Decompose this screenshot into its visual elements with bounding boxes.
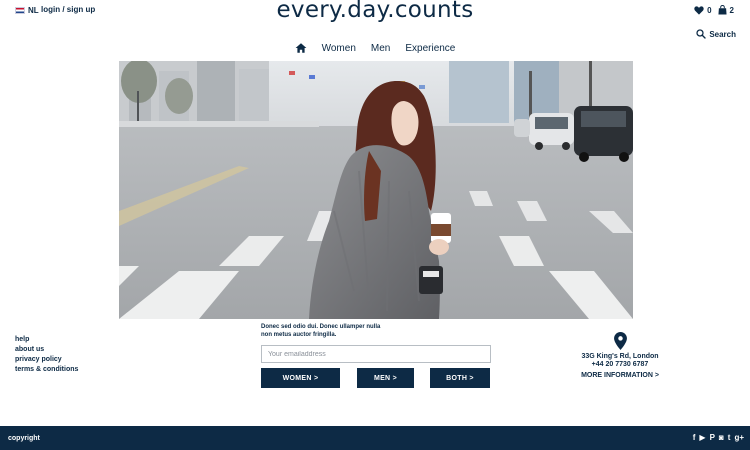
- google-plus-icon[interactable]: g+: [734, 433, 744, 443]
- address-street: 33G King's Rd, London: [581, 353, 659, 360]
- email-field[interactable]: [261, 345, 491, 363]
- search-icon: [696, 29, 707, 39]
- footer-link-help[interactable]: help: [15, 335, 78, 345]
- subscribe-both-button[interactable]: BOTH >: [430, 368, 490, 388]
- search-button[interactable]: Search: [696, 29, 736, 39]
- wishlist-count: 0: [707, 5, 712, 15]
- instagram-icon[interactable]: ◙: [719, 433, 724, 443]
- address-phone: +44 20 7730 6787: [591, 361, 649, 368]
- store-address: 33G King's Rd, London +44 20 7730 6787 M…: [575, 332, 665, 379]
- twitter-icon[interactable]: t: [728, 433, 731, 443]
- nav-item-women[interactable]: Women: [318, 43, 356, 54]
- footer-bar: copyright f ▶ P ◙ t g+: [0, 426, 750, 450]
- copyright-text: copyright: [8, 435, 40, 442]
- search-label: Search: [709, 29, 736, 39]
- top-bar: NL login / sign up every.day.counts 0 2 …: [0, 0, 750, 39]
- cart-count: 2: [729, 5, 734, 15]
- social-links: f ▶ P ◙ t g+: [693, 433, 744, 443]
- home-icon[interactable]: [295, 42, 307, 54]
- heart-icon[interactable]: [694, 5, 704, 15]
- footer-link-terms[interactable]: terms & conditions: [15, 365, 78, 375]
- footer-link-about[interactable]: about us: [15, 345, 78, 355]
- more-information-link[interactable]: MORE INFORMATION >: [575, 372, 665, 379]
- youtube-icon[interactable]: ▶: [699, 433, 705, 443]
- subscribe-men-button[interactable]: MEN >: [357, 368, 414, 388]
- footer-link-privacy[interactable]: privacy policy: [15, 355, 78, 365]
- main-nav: Women Men Experience: [0, 42, 750, 54]
- facebook-icon[interactable]: f: [693, 433, 696, 443]
- hero-image: [119, 61, 633, 319]
- subscribe-women-button[interactable]: WOMEN >: [261, 368, 340, 388]
- map-pin-icon: [613, 332, 627, 350]
- site-logo[interactable]: every.day.counts: [0, 0, 750, 23]
- newsletter-text: Donec sed odio dui. Donec ullamper nulla…: [261, 324, 381, 338]
- pinterest-icon[interactable]: P: [710, 433, 715, 443]
- wishlist-and-cart: 0 2: [694, 5, 734, 15]
- nav-item-men[interactable]: Men: [367, 43, 390, 54]
- footer-links: help about us privacy policy terms & con…: [15, 335, 78, 375]
- shopping-bag-icon[interactable]: [717, 5, 727, 15]
- woman-crossing-street-photo: [119, 61, 633, 319]
- nav-item-experience[interactable]: Experience: [401, 43, 455, 54]
- newsletter-signup: Donec sed odio dui. Donec ullamper nulla…: [261, 323, 491, 363]
